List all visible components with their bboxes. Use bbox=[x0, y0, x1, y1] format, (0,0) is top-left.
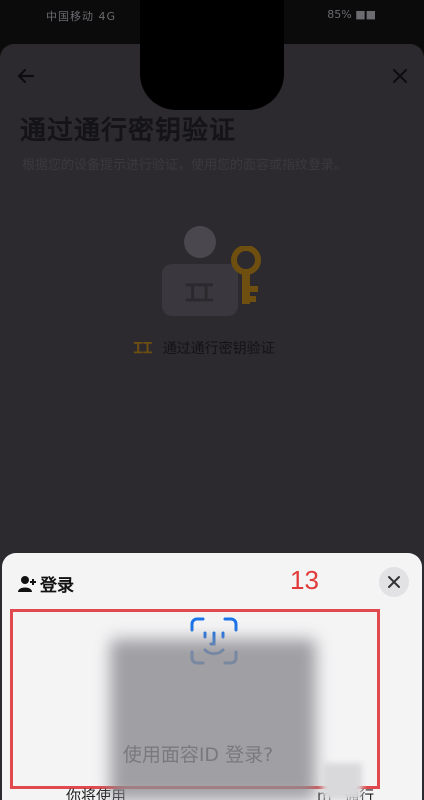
passkey-verify-label: 通过通行密钥验证 bbox=[162, 341, 275, 357]
annotation-number: 13 bbox=[290, 565, 319, 595]
blurred-dialog-overlay bbox=[110, 639, 316, 800]
person-head bbox=[184, 226, 216, 258]
key-icon bbox=[231, 246, 261, 304]
battery-label: 85% ■■ bbox=[327, 8, 376, 21]
page-subtitle: 根据您的设备提示进行验证，使用您的面容或指纹登录。 bbox=[22, 158, 348, 173]
close-icon bbox=[392, 68, 408, 84]
close-sheet-button[interactable] bbox=[379, 567, 409, 597]
carrier-label: 中国移动 4G bbox=[46, 10, 117, 23]
back-button[interactable] bbox=[14, 64, 38, 88]
page-title: 通过通行密钥验证 bbox=[20, 116, 237, 146]
blurred-fragment bbox=[322, 763, 362, 800]
close-icon bbox=[388, 576, 400, 588]
face-glyph-icon: ꞮꞮ bbox=[186, 279, 213, 307]
login-header: 登录 bbox=[18, 571, 74, 596]
passkey-icon: ꞮꞮ bbox=[134, 339, 153, 357]
login-bottom-sheet: 登录 13 使用面容ID 登录? 你将使用 m” 通行 bbox=[2, 553, 422, 800]
user-icon bbox=[18, 575, 36, 592]
arrow-left-icon bbox=[17, 68, 35, 84]
camera-notch bbox=[140, 0, 284, 110]
passkey-verify-row: ꞮꞮ 通过通行密钥验证 bbox=[134, 338, 275, 358]
close-page-button[interactable] bbox=[388, 64, 412, 88]
login-title: 登录 bbox=[40, 576, 74, 596]
